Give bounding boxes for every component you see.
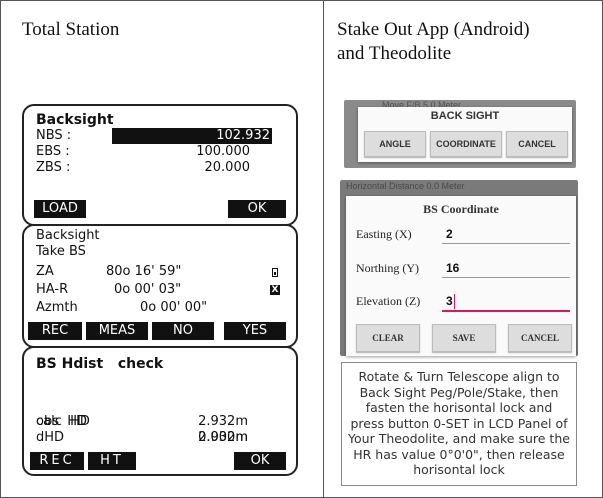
ha-r-label: HA-R <box>36 282 69 297</box>
clear-button[interactable]: CLEAR <box>356 324 420 352</box>
backsight-screen: Backsight NBS : 102.932 EBS : 100.000 ZB… <box>22 104 298 226</box>
bs-coordinate-cancel-button[interactable]: CANCEL <box>508 324 572 352</box>
dhd-value: 0.000m <box>198 430 248 445</box>
easting-input[interactable]: 2 <box>446 227 453 241</box>
zbs-label: ZBS : <box>36 160 71 175</box>
elevation-label: Elevation (Z) <box>356 294 421 308</box>
no-softkey[interactable]: NO <box>152 322 214 340</box>
coordinate-button[interactable]: COORDINATE <box>430 131 502 157</box>
instruction-note: Rotate & Turn Telescope align to Back Si… <box>341 362 577 486</box>
right-heading-line2: and Theodolite <box>337 43 452 64</box>
take-bs-title: Backsight <box>36 228 100 243</box>
ha-r-value: 0o 00' 03" <box>114 282 182 297</box>
obs-hd-value: 2.932m <box>198 414 248 429</box>
rec-softkey-2[interactable]: REC <box>30 452 84 470</box>
take-bs-subtitle: Take BS <box>36 244 86 259</box>
angle-button[interactable]: ANGLE <box>364 131 426 157</box>
take-bs-screen: Backsight Take BS ZA 80o 16' 59" HA-R 0o… <box>22 224 298 348</box>
bs-hdist-title: BS Hdist check <box>36 356 164 372</box>
back-sight-dialog: BACK SIGHT ANGLE COORDINATE CANCEL <box>358 107 572 162</box>
backsight-title: Backsight <box>36 112 114 128</box>
ghost-horizontal-distance-text: Horizontal Distance 0.0 Meter <box>346 181 465 191</box>
easting-label: Easting (X) <box>356 227 412 241</box>
right-heading-line1: Stake Out App (Android) <box>337 19 530 40</box>
ebs-label: EBS : <box>36 144 70 159</box>
ok-softkey-2[interactable]: OK <box>234 452 286 470</box>
meas-softkey[interactable]: MEAS <box>86 322 148 340</box>
bs-coordinate-title: BS Coordinate <box>423 202 499 216</box>
azmth-value: 0o 00' 00" <box>140 300 208 315</box>
nbs-label: NBS : <box>36 128 72 143</box>
bs-hdist-check-screen: BS Hdist check calc HD 2.932m obs HD 2.9… <box>22 346 298 476</box>
yes-softkey[interactable]: YES <box>224 322 286 340</box>
x-mark-icon: X <box>270 285 280 295</box>
elevation-input[interactable]: 3 <box>446 294 453 308</box>
northing-underline <box>442 277 570 278</box>
northing-label: Northing (Y) <box>356 261 419 275</box>
battery-icon <box>272 268 278 277</box>
dhd-label: dHD <box>36 430 65 445</box>
za-value: 80o 16' 59" <box>106 264 182 279</box>
zbs-value[interactable]: 20.000 <box>205 160 251 176</box>
rec-softkey[interactable]: REC <box>28 322 82 340</box>
back-sight-title: BACK SIGHT <box>430 110 500 122</box>
ebs-value[interactable]: 100.000 <box>196 144 250 160</box>
azmth-label: Azmth <box>36 300 78 315</box>
easting-underline <box>442 243 570 244</box>
elevation-underline <box>442 310 570 312</box>
left-heading: Total Station <box>22 19 120 40</box>
text-cursor <box>454 294 455 309</box>
ht-softkey[interactable]: HT <box>88 452 136 470</box>
nbs-value[interactable]: 102.932 <box>112 128 272 144</box>
obs-hd-label: obs HD <box>36 414 88 429</box>
bs-coordinate-dialog: BS Coordinate Easting (X) 2 Northing (Y)… <box>346 196 576 356</box>
save-button[interactable]: SAVE <box>432 324 496 352</box>
column-divider <box>323 0 324 498</box>
ok-softkey[interactable]: OK <box>228 200 286 218</box>
load-softkey[interactable]: LOAD <box>34 200 86 218</box>
northing-input[interactable]: 16 <box>446 261 459 275</box>
za-label: ZA <box>36 264 54 279</box>
back-sight-cancel-button[interactable]: CANCEL <box>506 131 568 157</box>
